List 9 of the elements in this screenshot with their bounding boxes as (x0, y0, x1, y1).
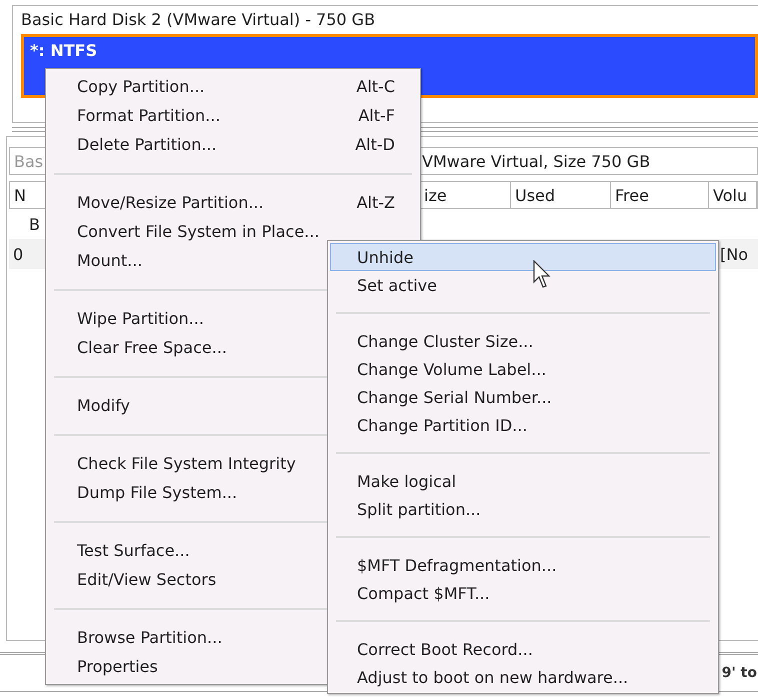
shortcut-label: Alt-F (358, 106, 395, 125)
table-cell-text: [No (719, 244, 748, 264)
shortcut-label: Alt-C (356, 77, 395, 96)
status-hint: 9' to (722, 665, 757, 681)
shortcut-label: Alt-D (355, 135, 395, 154)
shortcut-label: Alt-Z (356, 193, 395, 212)
table-cell-text: 0 (12, 244, 24, 264)
table-cell: B (29, 214, 40, 234)
disk-title: Basic Hard Disk 2 (VMware Virtual) - 750 GB (21, 10, 376, 29)
